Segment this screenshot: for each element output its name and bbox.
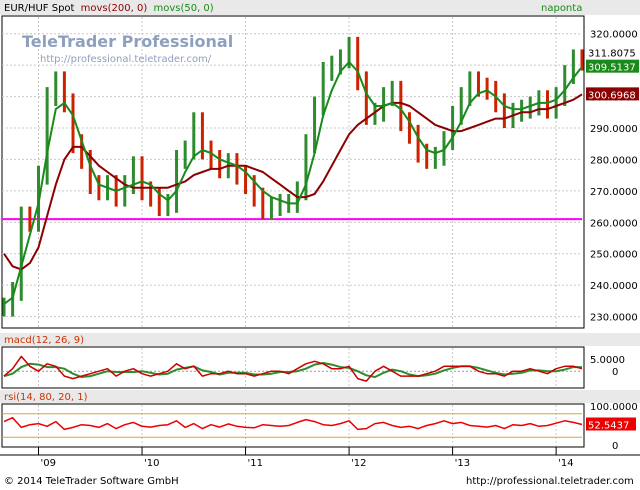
- rsi-y-tick: 100.0000: [590, 402, 638, 413]
- rsi-y-tick: 0: [612, 441, 618, 452]
- macd-label: macd(12, 26, 9): [4, 335, 84, 346]
- ma-long-label: movs(200, 0): [81, 3, 148, 14]
- x-tick-label: '10: [144, 458, 159, 469]
- ma-short-last-badge-text: 309.5137: [588, 63, 636, 74]
- rsi-label: rsi(14, 80, 20, 1): [4, 392, 88, 403]
- chart-window: '09 '10 '11 '12 '13 '14 230.0000 240.0000 250.00…: [0, 0, 640, 490]
- x-tick-label: '09: [41, 458, 56, 469]
- macd-panel[interactable]: [1, 346, 585, 389]
- y-tick-label: 290.0000: [590, 124, 638, 135]
- period-label: naponta: [541, 3, 582, 14]
- rsi-header: [0, 390, 640, 403]
- footer-url: http://professional.teletrader.com: [466, 476, 634, 487]
- ma-long-last-badge-text: 300.6968: [588, 90, 636, 101]
- rsi-last-badge-text: 52.5437: [588, 421, 629, 432]
- y-tick-label: 250.0000: [590, 250, 638, 261]
- x-tick-label: '13: [455, 458, 470, 469]
- x-tick-label: '14: [558, 458, 573, 469]
- watermark-title: TeleTrader Professional: [22, 32, 233, 51]
- x-tick-label: '12: [351, 458, 366, 469]
- y-tick-label: 240.0000: [590, 281, 638, 292]
- y-tick-label: 270.0000: [590, 187, 638, 198]
- main-legend: EUR/HUF Spot movs(200, 0) movs(50, 0): [4, 3, 214, 14]
- footer-copyright: © 2014 TeleTrader Software GmbH: [4, 476, 179, 487]
- ma-short-label: movs(50, 0): [153, 3, 213, 14]
- y-tick-label: 230.0000: [590, 313, 638, 324]
- x-tick-label: '11: [248, 458, 263, 469]
- chart-canvas: '09 '10 '11 '12 '13 '14 230.0000 240.0000 250.00…: [0, 0, 640, 490]
- y-tick-label: 280.0000: [590, 155, 638, 166]
- macd-header: [0, 333, 640, 346]
- y-tick-label: 320.0000: [590, 30, 638, 41]
- macd-y-tick: 0: [612, 367, 618, 378]
- macd-y-tick: 5.0000: [590, 355, 625, 366]
- watermark-url: http://professional.teletrader.com/: [40, 54, 212, 65]
- y-tick-label: 260.0000: [590, 218, 638, 229]
- price-last-badge-text: 311.8075: [588, 49, 636, 60]
- title-prefix: EUR/HUF Spot: [4, 3, 75, 14]
